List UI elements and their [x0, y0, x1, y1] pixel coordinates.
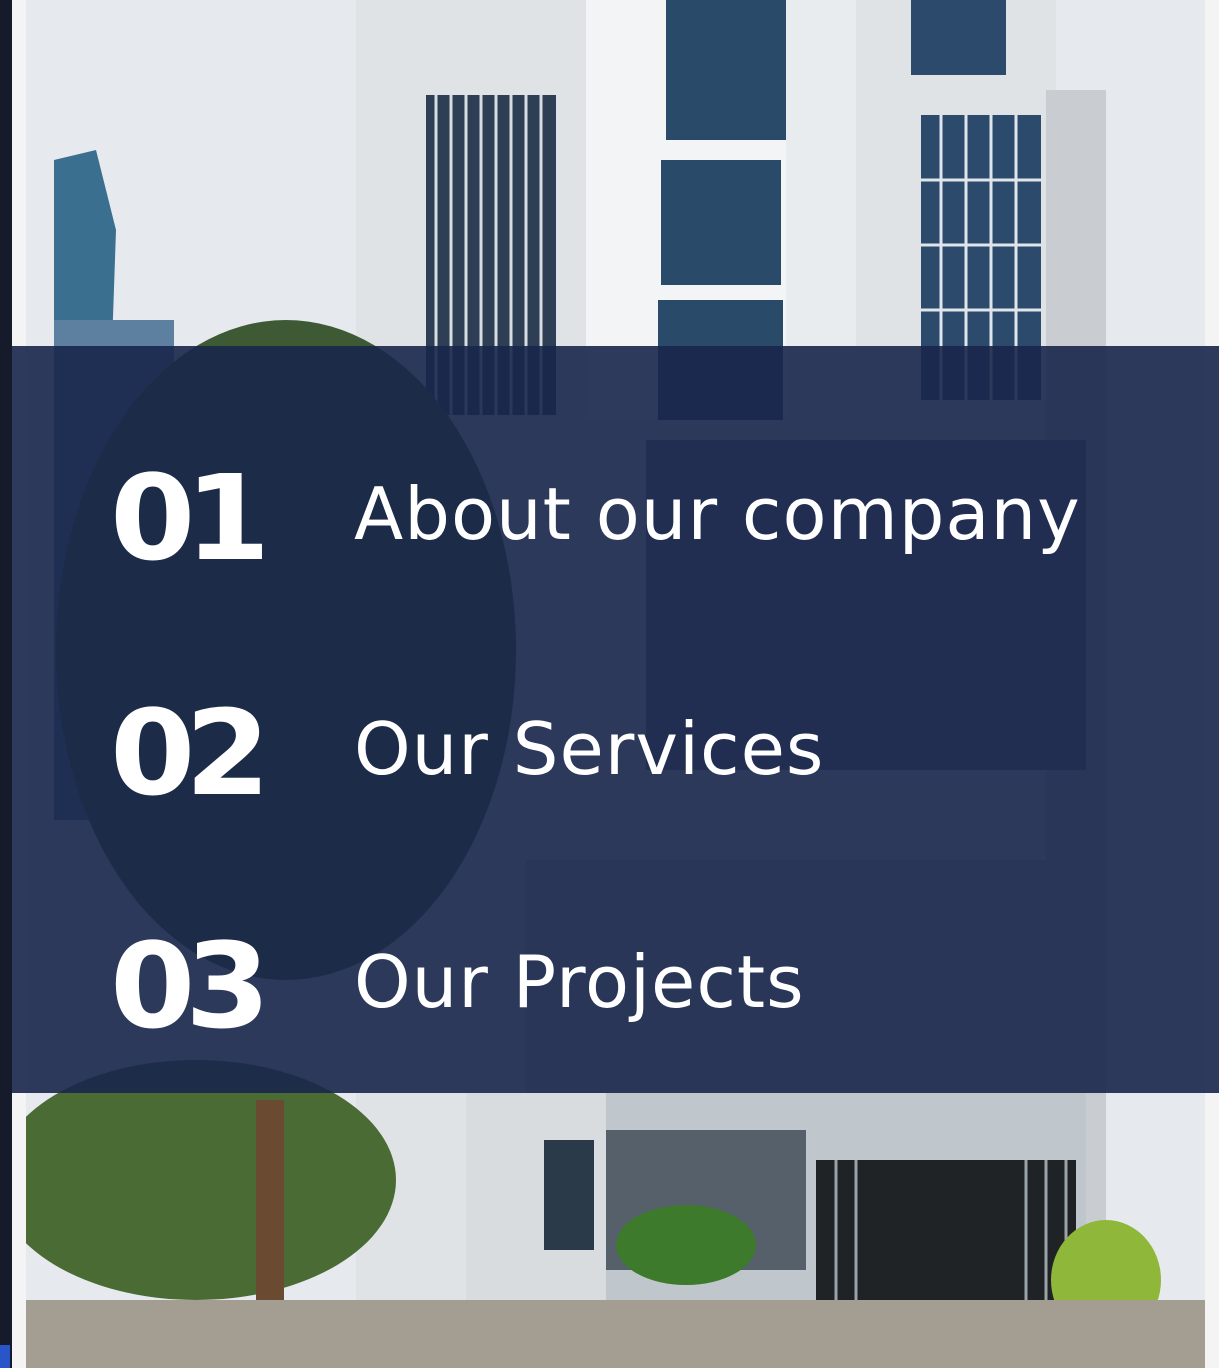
- agenda-label-1: About our company: [354, 472, 1081, 556]
- agenda-number-2: 02: [110, 684, 270, 822]
- left-edge-accent: [0, 1345, 10, 1368]
- agenda-number-1: 01: [110, 449, 270, 587]
- agenda-overlay: 01 About our company 02 Our Services 03 …: [12, 346, 1219, 1093]
- agenda-item-1[interactable]: 01 About our company: [12, 458, 1219, 578]
- agenda-label-3: Our Projects: [354, 940, 805, 1024]
- agenda-number-3: 03: [110, 917, 270, 1055]
- left-edge-strip: [0, 0, 12, 1368]
- agenda-item-2[interactable]: 02 Our Services: [12, 693, 1219, 813]
- agenda-label-2: Our Services: [354, 707, 825, 791]
- agenda-item-3[interactable]: 03 Our Projects: [12, 926, 1219, 1046]
